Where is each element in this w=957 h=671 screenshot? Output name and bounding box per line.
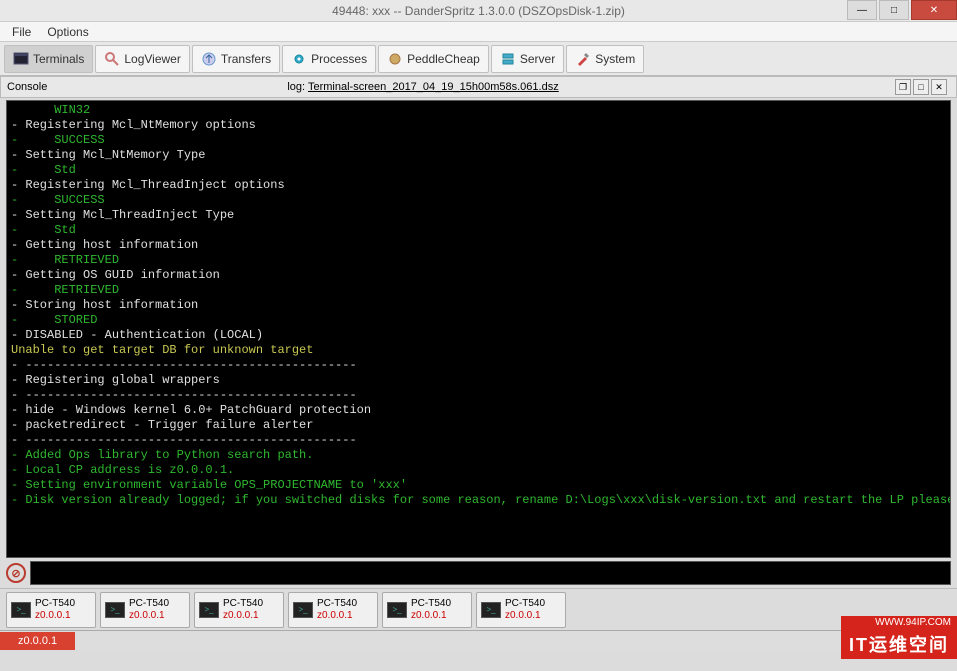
- tab-logviewer[interactable]: LogViewer: [95, 45, 189, 73]
- session-name: PC-T540: [317, 598, 357, 610]
- terminal-line: - Storing host information: [11, 298, 946, 313]
- console-header: Console log: Terminal-screen_2017_04_19_…: [0, 76, 957, 98]
- terminal-line: - Setting Mcl_NtMemory Type: [11, 148, 946, 163]
- gear-icon: [291, 51, 307, 67]
- session-tab[interactable]: >_ PC-T540z0.0.0.1: [6, 592, 96, 628]
- minimize-button[interactable]: —: [847, 0, 877, 20]
- terminal-line: - --------------------------------------…: [11, 358, 946, 373]
- tab-peddlecheap[interactable]: PeddleCheap: [378, 45, 489, 73]
- session-ip: z0.0.0.1: [223, 610, 263, 622]
- command-input[interactable]: [30, 561, 951, 585]
- tab-processes-label: Processes: [311, 52, 367, 66]
- terminal-output[interactable]: WIN32- Registering Mcl_NtMemory options-…: [6, 100, 951, 558]
- tab-processes[interactable]: Processes: [282, 45, 376, 73]
- session-ip: z0.0.0.1: [317, 610, 357, 622]
- terminal-line: - SUCCESS: [11, 193, 946, 208]
- session-icon: >_: [387, 602, 407, 618]
- status-ip: z0.0.0.1: [0, 632, 75, 650]
- session-tab[interactable]: >_ PC-T540z0.0.0.1: [288, 592, 378, 628]
- tab-terminals[interactable]: Terminals: [4, 45, 93, 73]
- status-bar: z0.0.0.1: [0, 630, 957, 650]
- panel-maximize-button[interactable]: □: [913, 79, 929, 95]
- terminal-line: - hide - Windows kernel 6.0+ PatchGuard …: [11, 403, 946, 418]
- terminal-line: - Setting Mcl_ThreadInject Type: [11, 208, 946, 223]
- session-icon: >_: [293, 602, 313, 618]
- tab-transfers[interactable]: Transfers: [192, 45, 280, 73]
- magnifier-icon: [104, 51, 120, 67]
- session-tab[interactable]: >_ PC-T540z0.0.0.1: [100, 592, 190, 628]
- terminal-line: - SUCCESS: [11, 133, 946, 148]
- session-tab[interactable]: >_ PC-T540z0.0.0.1: [194, 592, 284, 628]
- command-row: ⊘: [6, 560, 951, 586]
- terminal-line: WIN32: [11, 103, 946, 118]
- terminal-line: - RETRIEVED: [11, 253, 946, 268]
- window-titlebar: 49448: xxx -- DanderSpritz 1.3.0.0 (DSZO…: [0, 0, 957, 22]
- terminal-line: - DISABLED - Authentication (LOCAL): [11, 328, 946, 343]
- terminal-line: - --------------------------------------…: [11, 388, 946, 403]
- session-name: PC-T540: [223, 598, 263, 610]
- session-tab[interactable]: >_ PC-T540z0.0.0.1: [382, 592, 472, 628]
- terminal-line: - STORED: [11, 313, 946, 328]
- terminal-line: - Getting OS GUID information: [11, 268, 946, 283]
- menu-bar: File Options: [0, 22, 957, 42]
- terminal-line: - Local CP address is z0.0.0.1.: [11, 463, 946, 478]
- tab-server[interactable]: Server: [491, 45, 564, 73]
- tab-system-label: System: [595, 52, 635, 66]
- session-icon: >_: [199, 602, 219, 618]
- close-button[interactable]: ✕: [911, 0, 957, 20]
- session-ip: z0.0.0.1: [35, 610, 75, 622]
- terminal-line: Unable to get target DB for unknown targ…: [11, 343, 946, 358]
- terminal-icon: [13, 51, 29, 67]
- maximize-button[interactable]: □: [879, 0, 909, 20]
- menu-options[interactable]: Options: [39, 23, 96, 41]
- session-name: PC-T540: [35, 598, 75, 610]
- session-tab-bar: >_PC-T540z0.0.0.1>_PC-T540z0.0.0.1>_PC-T…: [0, 588, 957, 630]
- tools-icon: [575, 51, 591, 67]
- terminal-line: - Std: [11, 223, 946, 238]
- server-icon: [500, 51, 516, 67]
- tab-server-label: Server: [520, 52, 555, 66]
- session-icon: >_: [105, 602, 125, 618]
- console-log-label: log: Terminal-screen_2017_04_19_15h00m58…: [287, 81, 558, 93]
- terminal-line: - packetredirect - Trigger failure alert…: [11, 418, 946, 433]
- session-ip: z0.0.0.1: [411, 610, 451, 622]
- session-tab[interactable]: >_ PC-T540z0.0.0.1: [476, 592, 566, 628]
- watermark-brand: IT运维空间: [841, 629, 957, 659]
- session-name: PC-T540: [505, 598, 545, 610]
- terminal-line: - Std: [11, 163, 946, 178]
- transfer-icon: [201, 51, 217, 67]
- terminal-line: - RETRIEVED: [11, 283, 946, 298]
- session-name: PC-T540: [129, 598, 169, 610]
- stop-icon[interactable]: ⊘: [6, 563, 26, 583]
- console-log-file[interactable]: Terminal-screen_2017_04_19_15h00m58s.061…: [308, 81, 559, 93]
- terminal-line: - Getting host information: [11, 238, 946, 253]
- menu-file[interactable]: File: [4, 23, 39, 41]
- terminal-line: - Registering Mcl_NtMemory options: [11, 118, 946, 133]
- terminal-line: - Disk version already logged; if you sw…: [11, 493, 946, 508]
- console-title: Console: [7, 81, 47, 93]
- terminal-line: - --------------------------------------…: [11, 433, 946, 448]
- terminal-line: - Registering global wrappers: [11, 373, 946, 388]
- terminal-line: - Added Ops library to Python search pat…: [11, 448, 946, 463]
- tab-peddlecheap-label: PeddleCheap: [407, 52, 480, 66]
- window-title: 49448: xxx -- DanderSpritz 1.3.0.0 (DSZO…: [332, 4, 625, 18]
- main-toolbar: Terminals LogViewer Transfers Processes …: [0, 42, 957, 76]
- panel-close-button[interactable]: ✕: [931, 79, 947, 95]
- session-ip: z0.0.0.1: [129, 610, 169, 622]
- session-name: PC-T540: [411, 598, 451, 610]
- session-icon: >_: [481, 602, 501, 618]
- session-icon: >_: [11, 602, 31, 618]
- terminal-line: - Registering Mcl_ThreadInject options: [11, 178, 946, 193]
- tab-logviewer-label: LogViewer: [124, 52, 180, 66]
- window-controls: — □ ✕: [845, 0, 957, 20]
- tab-terminals-label: Terminals: [33, 52, 84, 66]
- session-ip: z0.0.0.1: [505, 610, 545, 622]
- watermark: WWW.94IP.COM IT运维空间: [841, 616, 957, 659]
- peddle-icon: [387, 51, 403, 67]
- tab-system[interactable]: System: [566, 45, 644, 73]
- watermark-url: WWW.94IP.COM: [841, 616, 957, 629]
- tab-transfers-label: Transfers: [221, 52, 271, 66]
- panel-restore-button[interactable]: ❐: [895, 79, 911, 95]
- terminal-line: - Setting environment variable OPS_PROJE…: [11, 478, 946, 493]
